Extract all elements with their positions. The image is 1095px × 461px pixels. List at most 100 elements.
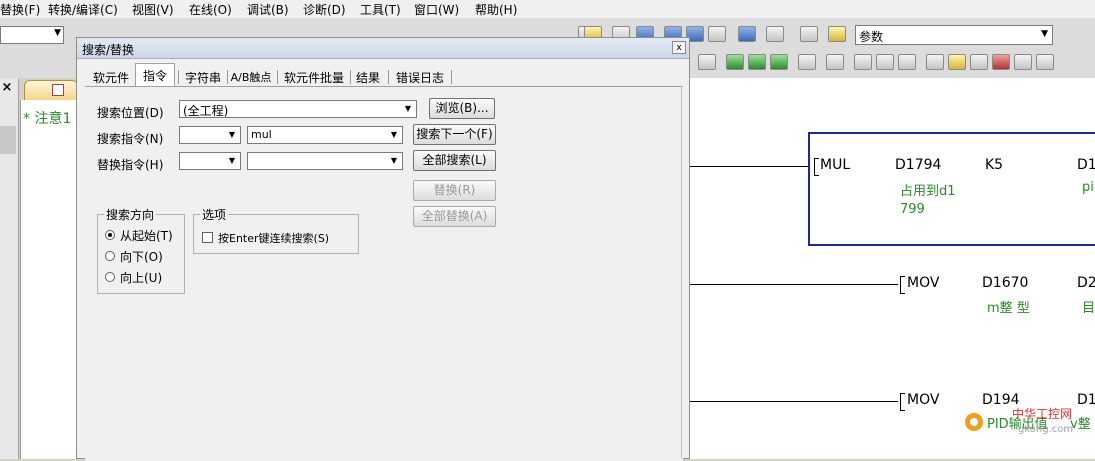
device-comment: 799 — [900, 202, 925, 217]
instruction-mov[interactable]: MOV — [907, 392, 939, 408]
instruction-mov[interactable]: MOV — [907, 275, 939, 291]
operand[interactable]: D2 — [1077, 275, 1095, 291]
menu-view[interactable]: 视图(V) — [132, 1, 174, 18]
radio-down[interactable] — [105, 251, 115, 261]
operand[interactable]: D1 — [1077, 157, 1095, 173]
panel-tab[interactable] — [0, 126, 16, 154]
browse-button[interactable]: 浏览(B)... — [429, 98, 495, 119]
toolbar-icon-r2-3[interactable] — [748, 54, 766, 70]
toolbar-icon-r2-8[interactable] — [876, 54, 894, 70]
menu-help[interactable]: 帮助(H) — [475, 1, 517, 18]
tab-error-log[interactable]: 错误日志 — [392, 66, 448, 86]
toolbar-dev-icon-3[interactable] — [708, 26, 726, 42]
tab-separator — [388, 70, 389, 84]
search-type-combo[interactable]: ▼ — [179, 126, 241, 144]
device-comment: 占用到d1 — [900, 184, 956, 199]
device-comment: m整 型 — [987, 301, 1030, 316]
toolbar-eye-icon[interactable] — [738, 26, 756, 42]
menu-diagnose[interactable]: 诊断(D) — [303, 1, 346, 18]
toolbar-icon-r2-10[interactable] — [926, 54, 944, 70]
device-comment: 目 — [1082, 301, 1095, 316]
replace-type-combo[interactable]: ▼ — [179, 152, 241, 170]
find-all-button[interactable]: 全部搜索(L) — [413, 150, 496, 171]
replace-instruction-label: 替换指令(H) — [97, 158, 164, 172]
toolbar-zoom-icon[interactable] — [1036, 54, 1054, 70]
search-instruction-label: 搜索指令(N) — [97, 132, 164, 146]
search-direction-title: 搜索方向 — [104, 206, 157, 223]
toolbar-icon-r2-1[interactable] — [698, 54, 716, 70]
menu-bar: 替换(F) 转换/编译(C) 视图(V) 在线(O) 调试(B) 诊断(D) 工… — [0, 0, 1095, 19]
search-location-combo[interactable]: (全工程) ▼ — [179, 100, 417, 118]
tab-device[interactable]: 软元件 — [89, 66, 133, 86]
tab-string[interactable]: 字符串 — [181, 66, 225, 86]
search-replace-dialog: 搜索/替换 x 软元件 指令 字符串 A/B触点 软元件批量 结果 错误日志 搜… — [76, 37, 690, 461]
replace-instruction-combo[interactable]: ▼ — [247, 152, 403, 170]
close-icon[interactable]: x — [672, 41, 686, 54]
find-next-button[interactable]: 搜索下一个(F) — [413, 124, 496, 145]
rung-line — [690, 401, 898, 402]
enter-continue-checkbox[interactable] — [202, 232, 213, 243]
watermark-logo: 中华工控网 gkong.com — [965, 406, 1073, 435]
tab-ab-contact[interactable]: A/B触点 — [229, 66, 273, 86]
toolbar-binoculars-icon[interactable] — [828, 26, 846, 42]
radio-from-start-label[interactable]: 从起始(T) — [120, 227, 173, 244]
close-icon[interactable]: × — [0, 80, 14, 95]
menu-online[interactable]: 在线(O) — [189, 1, 232, 18]
chevron-down-icon[interactable]: ▼ — [225, 128, 239, 142]
editor-tab[interactable] — [24, 80, 78, 100]
toolbar-help-icon[interactable] — [800, 26, 818, 42]
toolbar-icon-r2-4[interactable] — [770, 54, 788, 70]
operand[interactable]: D1794 — [895, 157, 941, 173]
search-instruction-value: mul — [251, 128, 272, 141]
operand[interactable]: D1670 — [982, 275, 1028, 291]
chevron-down-icon[interactable]: ▼ — [1041, 29, 1048, 39]
toolbar-icon-r2-13[interactable] — [992, 54, 1010, 70]
toolbar-icon-r2-14[interactable] — [1014, 54, 1032, 70]
chevron-down-icon[interactable]: ▼ — [387, 154, 401, 168]
enter-continue-label[interactable]: 按Enter键连续搜索(S) — [218, 230, 329, 246]
menu-convert-compile[interactable]: 转换/编译(C) — [48, 1, 118, 18]
program-editor-area[interactable] — [20, 100, 79, 459]
radio-down-label[interactable]: 向下(O) — [120, 248, 163, 265]
toolbar-combo[interactable]: ▼ — [0, 26, 64, 44]
watermark-text-1: 中华工控网 — [1012, 406, 1072, 421]
options-title: 选项 — [200, 206, 229, 223]
operand[interactable]: K5 — [985, 157, 1003, 173]
instruction-mul[interactable]: MUL — [820, 157, 850, 173]
toolbar-search-icon[interactable] — [766, 26, 784, 42]
options-group: 选项 按Enter键连续搜索(S) — [193, 206, 359, 254]
search-direction-group: 搜索方向 从起始(T) 向下(O) 向上(U) — [97, 206, 185, 294]
tab-instruction[interactable]: 指令 — [135, 63, 175, 87]
dialog-title-bar[interactable]: 搜索/替换 x — [77, 38, 689, 59]
radio-up-label[interactable]: 向上(U) — [120, 269, 162, 286]
parameter-combo[interactable]: 参数 ▼ — [855, 25, 1053, 45]
search-instruction-combo[interactable]: mul ▼ — [247, 126, 403, 144]
chevron-down-icon[interactable]: ▼ — [225, 154, 239, 168]
tab-separator — [451, 70, 452, 84]
tab-separator — [178, 70, 179, 84]
instruction-bracket — [900, 276, 905, 294]
menu-debug[interactable]: 调试(B) — [247, 1, 289, 18]
toolbar-icon-r2-11[interactable] — [948, 54, 966, 70]
tab-device-batch[interactable]: 软元件批量 — [280, 66, 348, 86]
toolbar-icon-r2-9[interactable] — [898, 54, 916, 70]
toolbar-icon-r2-6[interactable] — [826, 54, 844, 70]
parameter-combo-value: 参数 — [859, 30, 884, 44]
menu-window[interactable]: 窗口(W) — [414, 1, 459, 18]
toolbar-icon-r2-5[interactable] — [798, 54, 816, 70]
dialog-scrollbar[interactable] — [681, 86, 686, 458]
toolbar-icon-r2-2[interactable] — [726, 54, 744, 70]
replace-button[interactable]: 替换(R) — [413, 180, 496, 201]
chevron-down-icon[interactable]: ▼ — [387, 128, 401, 142]
replace-all-button[interactable]: 全部替换(A) — [413, 206, 496, 227]
tab-separator — [350, 70, 351, 84]
toolbar-icon-r2-7[interactable] — [854, 54, 872, 70]
toolbar-icon-r2-12[interactable] — [970, 54, 988, 70]
radio-up[interactable] — [105, 272, 115, 282]
menu-tools[interactable]: 工具(T) — [360, 1, 401, 18]
radio-from-start[interactable] — [105, 230, 115, 240]
rung-line — [690, 166, 810, 167]
menu-replace[interactable]: 替换(F) — [0, 1, 40, 18]
chevron-down-icon[interactable]: ▼ — [401, 102, 415, 116]
tab-result[interactable]: 结果 — [353, 66, 383, 86]
